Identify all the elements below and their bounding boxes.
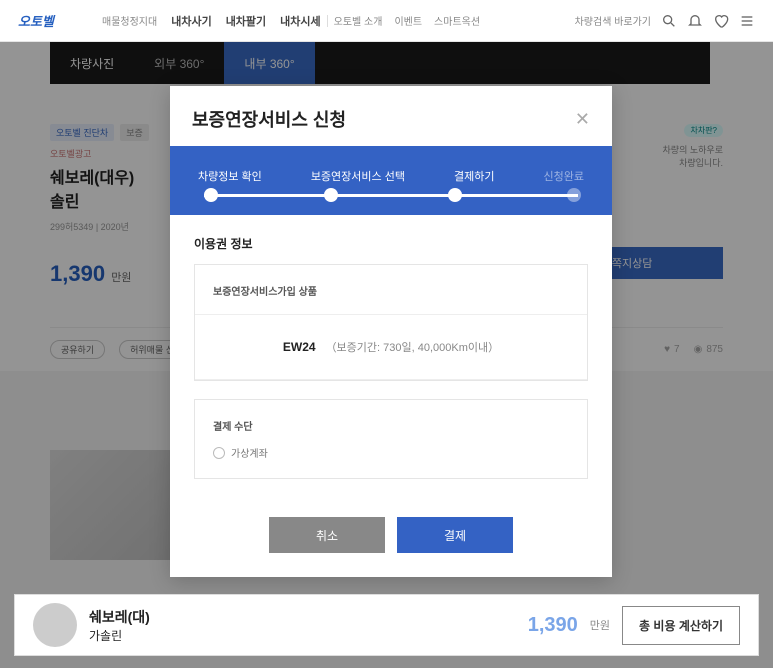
nav-divider bbox=[327, 15, 328, 27]
bell-icon[interactable] bbox=[687, 13, 703, 29]
product-card: 보증연장서비스가입 상품 EW24 （보증기간: 730일, 40,000Km이… bbox=[194, 264, 588, 381]
sticky-price: 1,390 bbox=[528, 614, 578, 637]
payment-option-virtual-account[interactable]: 가상계좌 bbox=[213, 445, 569, 460]
search-icon[interactable] bbox=[661, 13, 677, 29]
product-label: 보증연장서비스가입 상품 bbox=[213, 283, 569, 298]
step-dot-4 bbox=[567, 188, 581, 202]
secondary-nav: 오토벨 소개 이벤트 스마트옥션 bbox=[334, 13, 480, 28]
pay-button[interactable]: 결제 bbox=[397, 517, 513, 553]
header-right-group: 차량검색 바로가기 bbox=[575, 13, 755, 29]
nav-event[interactable]: 이벤트 bbox=[394, 13, 422, 28]
sticky-subtitle: 가솔린 bbox=[89, 627, 150, 644]
step-indicator: 차량정보 확인 보증연장서비스 선택 결제하기 신청완료 bbox=[170, 146, 612, 215]
site-logo[interactable]: 오토벨 bbox=[18, 10, 88, 32]
sticky-price-unit: 만원 bbox=[590, 617, 610, 633]
vehicle-thumbnail bbox=[33, 603, 77, 647]
payment-card: 결제 수단 가상계좌 bbox=[194, 399, 588, 479]
nav-sell[interactable]: 내차팔기 bbox=[226, 13, 266, 29]
product-detail: （보증기간: 730일, 40,000Km이내） bbox=[326, 342, 500, 354]
primary-nav: 내차사기 내차팔기 내차시세 bbox=[171, 13, 320, 29]
product-name: EW24 bbox=[283, 340, 316, 354]
total-cost-button[interactable]: 총 비용 계산하기 bbox=[622, 606, 740, 645]
step-4-label: 신청완료 bbox=[544, 168, 584, 184]
radio-icon bbox=[213, 447, 225, 459]
step-1-label: 차량정보 확인 bbox=[198, 168, 262, 184]
tagline-text: 매물청정지대 bbox=[102, 13, 157, 28]
close-icon[interactable]: ✕ bbox=[575, 109, 590, 130]
heart-icon[interactable] bbox=[713, 13, 729, 29]
payment-label: 결제 수단 bbox=[213, 418, 569, 433]
sticky-title: 쉐보레(대) bbox=[89, 607, 150, 627]
step-dot-1 bbox=[204, 188, 218, 202]
step-dot-3 bbox=[448, 188, 462, 202]
modal-title: 보증연장서비스 신청 bbox=[192, 106, 346, 132]
payment-option-label: 가상계좌 bbox=[231, 445, 268, 460]
global-header: 오토벨 매물청정지대 내차사기 내차팔기 내차시세 오토벨 소개 이벤트 스마트… bbox=[0, 0, 773, 42]
step-3-label: 결제하기 bbox=[454, 168, 494, 184]
step-dot-2 bbox=[324, 188, 338, 202]
nav-price[interactable]: 내차시세 bbox=[280, 13, 320, 29]
nav-buy[interactable]: 내차사기 bbox=[171, 13, 211, 29]
cancel-button[interactable]: 취소 bbox=[269, 517, 385, 553]
nav-about[interactable]: 오토벨 소개 bbox=[334, 13, 383, 28]
menu-icon[interactable] bbox=[739, 13, 755, 29]
nav-auction[interactable]: 스마트옥션 bbox=[434, 13, 480, 28]
warranty-extension-modal: 보증연장서비스 신청 ✕ 차량정보 확인 보증연장서비스 선택 결제하기 신청완… bbox=[170, 86, 612, 577]
step-2-label: 보증연장서비스 선택 bbox=[311, 168, 405, 184]
sticky-purchase-bar: 쉐보레(대) 가솔린 1,390 만원 총 비용 계산하기 bbox=[14, 594, 759, 656]
search-shortcut-text[interactable]: 차량검색 바로가기 bbox=[575, 13, 651, 28]
ticket-info-title: 이용권 정보 bbox=[194, 235, 588, 252]
